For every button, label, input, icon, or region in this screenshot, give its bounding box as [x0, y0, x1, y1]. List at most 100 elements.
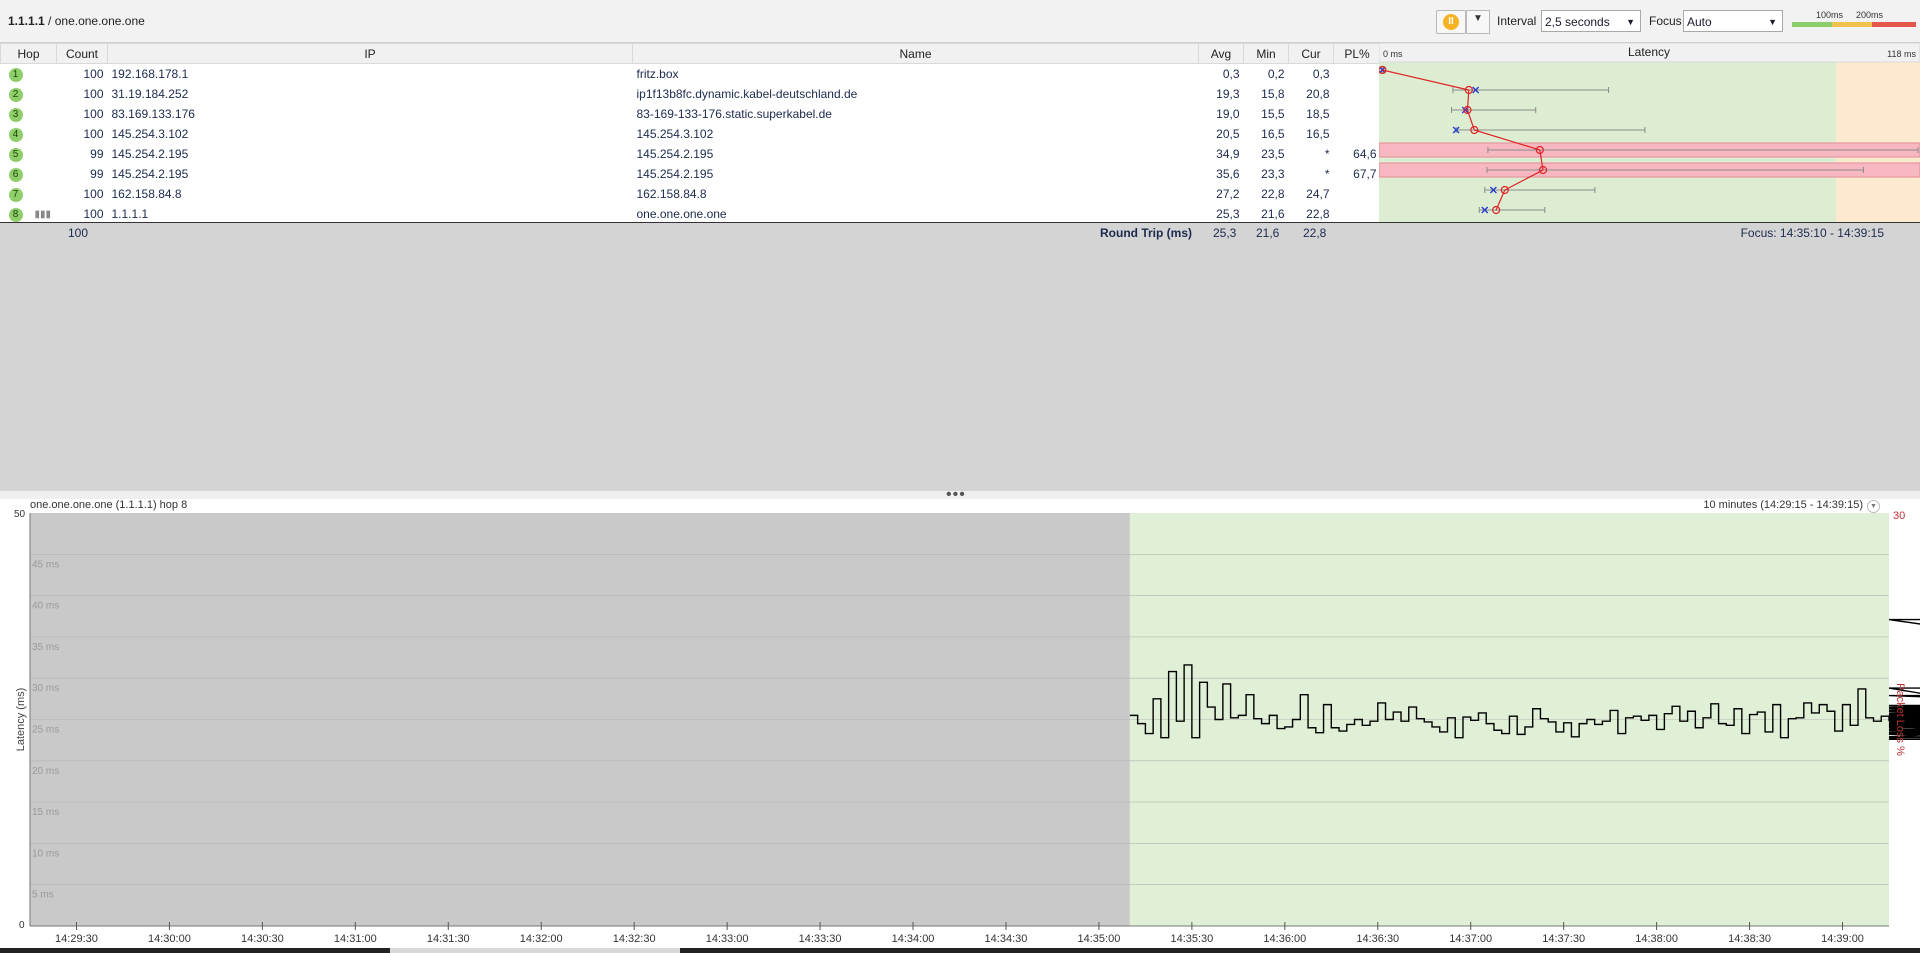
x-tick-label: 14:31:00 [334, 933, 377, 945]
name-cell: 145.254.3.102 [636, 127, 714, 141]
hop-badge: 8 [8, 208, 23, 222]
x-tick-label: 14:36:00 [1263, 933, 1306, 945]
timeline-thumb[interactable] [390, 948, 680, 953]
table-row[interactable]: 8 ▮▮▮ 100 1.1.1.1 one.one.one.one 25,3 21… [1, 204, 1381, 224]
focus-label: Focus [1649, 14, 1682, 28]
scale-yellow [1832, 22, 1872, 27]
summary-label: Round Trip (ms) [1100, 226, 1192, 240]
ip-cell: 145.254.3.102 [111, 127, 189, 141]
pause-options-button[interactable]: ▼ [1466, 10, 1490, 34]
timeline-scrollbar[interactable] [0, 948, 1920, 953]
col-count[interactable]: Count [56, 43, 108, 64]
cur-cell: 16,5 [1289, 124, 1334, 144]
min-cell: 15,8 [1261, 87, 1285, 101]
chevron-down-icon: ▼ [1473, 13, 1483, 24]
hop-badge: 2 [8, 88, 23, 102]
cur-value: 22,8 [1306, 207, 1330, 221]
table-row[interactable]: 7 100 162.158.84.8 162.158.84.8 27,2 22,… [1, 184, 1381, 204]
min-cell: 23,3 [1261, 167, 1285, 181]
latency-overview: Latency 0 ms 118 ms [1379, 43, 1920, 223]
cur-cell: * [1289, 164, 1334, 184]
col-hop[interactable]: Hop [0, 43, 57, 64]
focus-range-label: Focus: 14:35:10 - 14:39:15 [1740, 226, 1884, 240]
hop-badge: 3 [8, 108, 23, 122]
min-cell: 21,6 [1261, 207, 1285, 221]
hop-cell: 5 [1, 144, 57, 164]
col-min[interactable]: Min [1243, 43, 1289, 64]
min-cell: 16,5 [1261, 127, 1285, 141]
pane-splitter[interactable]: ••• [0, 486, 1920, 503]
table-row[interactable]: 1 100 192.168.178.1 fritz.box 0,3 0,2 0,… [1, 64, 1381, 85]
name-cell: 145.254.2.195 [636, 147, 714, 161]
table-row[interactable]: 6 99 145.254.2.195 145.254.2.195 35,6 23… [1, 164, 1381, 184]
target-title: 1.1.1.1 / one.one.one.one [8, 14, 145, 28]
y-axis-min-label: 0 [19, 920, 25, 931]
count-cell: 99 [90, 167, 104, 181]
y-axis-max-label: 50 [14, 509, 26, 520]
name-cell: 145.254.2.195 [636, 167, 714, 181]
avg-cell: 27,2 [1216, 187, 1240, 201]
y-tick-label: 30 ms [32, 683, 59, 694]
hop-badge: 6 [8, 168, 23, 182]
focus-select[interactable]: Auto ▼ [1683, 10, 1783, 32]
latency-chart[interactable]: 5 ms 10 ms 15 ms 20 ms 25 ms 30 ms 35 ms 40 ms 4… [0, 499, 1920, 948]
x-tick-label: 14:30:30 [241, 933, 284, 945]
table-row[interactable]: 5 99 145.254.2.195 145.254.2.195 34,9 23… [1, 144, 1381, 164]
x-tick-label: 14:39:00 [1821, 933, 1864, 945]
min-cell: 23,5 [1261, 147, 1285, 161]
col-avg[interactable]: Avg [1198, 43, 1244, 64]
y-tick-label: 10 ms [32, 848, 59, 859]
bar-chart-icon[interactable]: ▮▮▮ [35, 209, 52, 220]
chevron-down-icon: ▼ [1768, 17, 1777, 27]
avg-cell: 34,9 [1216, 147, 1240, 161]
col-cur[interactable]: Cur [1288, 43, 1334, 64]
count-cell: 100 [83, 107, 104, 121]
latency-header-label: Latency [1628, 45, 1670, 59]
chevron-down-icon: ▼ [1626, 17, 1635, 27]
count-cell: 100 [83, 87, 104, 101]
col-ip[interactable]: IP [107, 43, 633, 64]
count-cell: 99 [90, 147, 104, 161]
y2-axis-label: Packet Loss % [1894, 683, 1906, 756]
latency-max-label: 118 ms [1887, 49, 1916, 59]
pl-cell: 67,7 [1353, 167, 1377, 181]
interval-select[interactable]: 2,5 seconds ▼ [1541, 10, 1641, 32]
table-row[interactable]: 4 100 145.254.3.102 145.254.3.102 20,5 1… [1, 124, 1381, 144]
y-tick-label: 35 ms [32, 642, 59, 653]
pl-cell [1334, 204, 1381, 224]
x-tick-label: 14:33:00 [706, 933, 749, 945]
ip-cell: 145.254.2.195 [111, 167, 189, 181]
summary-min: 21,6 [1256, 226, 1280, 240]
x-tick-label: 14:29:30 [55, 933, 98, 945]
x-tick-label: 14:32:30 [613, 933, 656, 945]
title-separator: / [44, 14, 55, 28]
count-cell: 100 [83, 187, 104, 201]
hop-badge: 1 [8, 68, 23, 82]
avg-cell: 19,0 [1216, 107, 1240, 121]
col-name[interactable]: Name [632, 43, 1199, 64]
col-pl[interactable]: PL% [1333, 43, 1381, 64]
cur-cell: 20,8 [1289, 84, 1334, 104]
table-row[interactable]: 2 100 31.19.184.252 ip1f13b8fc.dynamic.k… [1, 84, 1381, 104]
hop-cell: 7 [1, 184, 57, 204]
hop-badge: 5 [8, 148, 23, 162]
min-cell: 0,2 [1267, 67, 1285, 81]
pl-cell [1334, 64, 1381, 85]
hop-detail-panel: one.one.one.one (1.1.1.1) hop 8 10 minut… [0, 499, 1920, 953]
x-tick-label: 14:32:00 [520, 933, 563, 945]
pl-cell: 64,6 [1353, 147, 1377, 161]
table-row[interactable]: 3 100 83.169.133.176 83-169-133-176.stat… [1, 104, 1381, 124]
x-tick-label: 14:33:30 [799, 933, 842, 945]
avg-cell: 19,3 [1216, 87, 1240, 101]
focus-value: Auto [1687, 15, 1712, 29]
avg-cell: 0,3 [1222, 67, 1240, 81]
ip-cell: 1.1.1.1 [111, 207, 149, 221]
pause-button[interactable]: II [1436, 10, 1466, 34]
hop-cell: 8 ▮▮▮ [1, 204, 57, 224]
scale-red [1872, 22, 1916, 27]
ip-cell: 31.19.184.252 [111, 87, 189, 101]
x-tick-label: 14:30:00 [148, 933, 191, 945]
ip-cell: 145.254.2.195 [111, 147, 189, 161]
table-header: Hop Count IP Name Avg Min Cur PL% [0, 43, 1381, 64]
name-cell: 83-169-133-176.static.superkabel.de [636, 107, 832, 121]
